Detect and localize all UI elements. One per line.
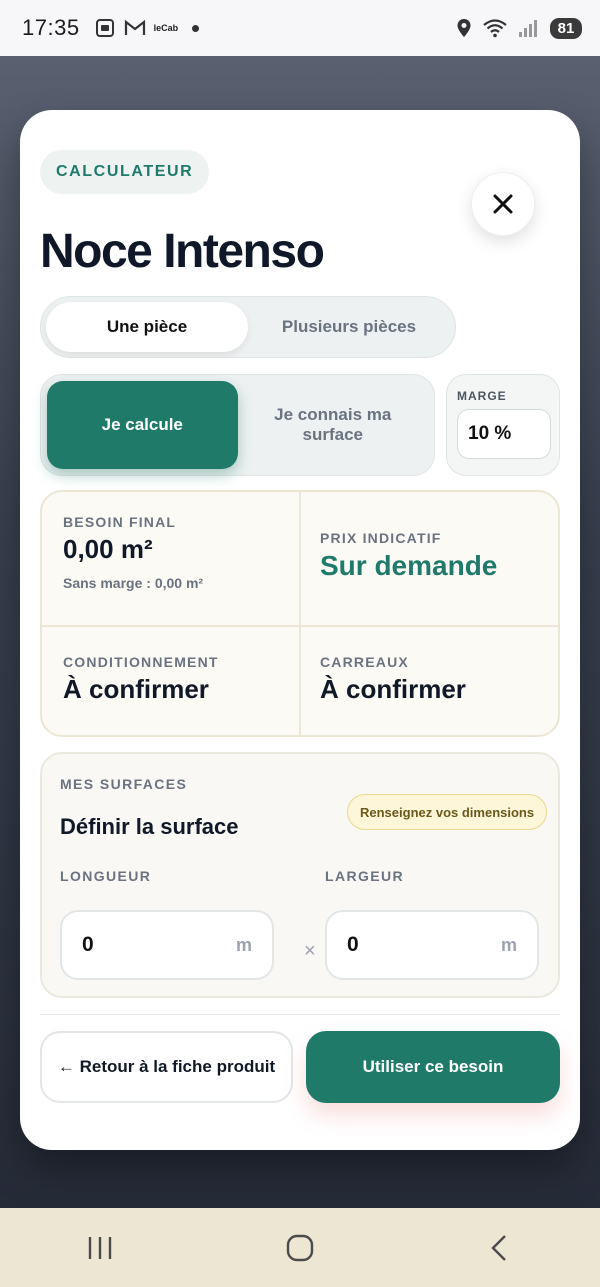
tab-plusieurs-pieces[interactable]: Plusieurs pièces (248, 302, 450, 352)
largeur-label: LARGEUR (325, 868, 405, 884)
room-mode-toggle: Une pièce Plusieurs pièces (40, 296, 456, 358)
notification-dot (192, 24, 200, 32)
close-button[interactable] (471, 172, 535, 236)
multiply-symbol: × (304, 940, 316, 962)
status-bar: 17:35 leCab 81 (0, 0, 600, 56)
besoin-final-cell: BESOIN FINAL 0,00 m² Sans marge : 0,00 m… (63, 514, 203, 591)
carrier-label: leCab (153, 23, 179, 33)
carreaux-cell: CARREAUX À confirmer (320, 654, 466, 705)
status-right-icons: 81 (456, 17, 582, 39)
close-icon (493, 194, 513, 214)
system-nav-bar (0, 1208, 600, 1287)
location-icon (457, 19, 471, 37)
largeur-unit: m (500, 934, 517, 955)
actions-divider (40, 1014, 560, 1015)
wifi-icon (483, 19, 507, 38)
product-title: Noce Intenso (40, 225, 325, 278)
summary-divider-vertical (299, 492, 301, 735)
use-need-button[interactable]: Utiliser ce besoin (306, 1031, 560, 1103)
prix-indicatif-cell: PRIX INDICATIF Sur demande (320, 530, 497, 582)
status-left-icons: leCab (94, 17, 200, 39)
marge-input[interactable]: 10 % (457, 409, 551, 459)
conditionnement-value: À confirmer (63, 674, 209, 704)
surfaces-header: MES SURFACES (60, 776, 188, 792)
back-button[interactable] (470, 1223, 530, 1273)
prix-indicatif-label: PRIX INDICATIF (320, 530, 442, 546)
surfaces-section: MES SURFACES Définir la surface Renseign… (40, 752, 560, 998)
besoin-final-value: 0,00 m² (63, 534, 153, 564)
status-time: 17:35 (22, 15, 80, 40)
prix-indicatif-value: Sur demande (320, 550, 498, 581)
back-icon (491, 1234, 506, 1261)
home-button[interactable] (270, 1223, 330, 1273)
calc-mode-toggle: Je calcule Je connais ma surface (40, 374, 435, 476)
dimensions-hint-badge: Renseignez vos dimensions (347, 794, 548, 830)
home-icon (286, 1234, 314, 1261)
carreaux-value: À confirmer (320, 674, 466, 704)
carreaux-label: CARREAUX (320, 654, 409, 670)
longueur-value: 0 (82, 933, 94, 956)
screenshot-icon (95, 19, 114, 37)
longueur-label: LONGUEUR (60, 868, 152, 884)
signal-icon (519, 20, 537, 37)
conditionnement-label: CONDITIONNEMENT (63, 654, 219, 670)
largeur-input[interactable]: 0 m (325, 910, 539, 980)
longueur-unit: m (235, 934, 252, 955)
surfaces-title: Définir la surface (60, 814, 239, 839)
tab-une-piece[interactable]: Une pièce (46, 302, 248, 352)
recents-button[interactable] (70, 1223, 130, 1273)
besoin-sans-marge: Sans marge : 0,00 m² (63, 575, 204, 591)
tab-je-calcule[interactable]: Je calcule (47, 381, 238, 469)
conditionnement-cell: CONDITIONNEMENT À confirmer (63, 654, 219, 705)
recents-icon (88, 1236, 112, 1259)
calculator-modal: CALCULATEUR Noce Intenso Une pièce Plusi… (20, 110, 580, 1150)
tab-je-connais-surface[interactable]: Je connais ma surface (238, 381, 429, 469)
marge-box: MARGE 10 % (446, 374, 560, 476)
back-to-product-button[interactable]: ← Retour à la fiche produit (40, 1031, 293, 1103)
largeur-value: 0 (347, 933, 359, 956)
calculator-badge: CALCULATEUR (40, 150, 210, 194)
besoin-final-label: BESOIN FINAL (63, 514, 177, 530)
marge-label: MARGE (457, 389, 507, 403)
gmail-icon (124, 19, 145, 35)
summary-grid: BESOIN FINAL 0,00 m² Sans marge : 0,00 m… (40, 490, 560, 737)
battery-indicator: 81 (550, 17, 582, 39)
summary-divider-horizontal (42, 625, 558, 627)
longueur-input[interactable]: 0 m (60, 910, 274, 980)
